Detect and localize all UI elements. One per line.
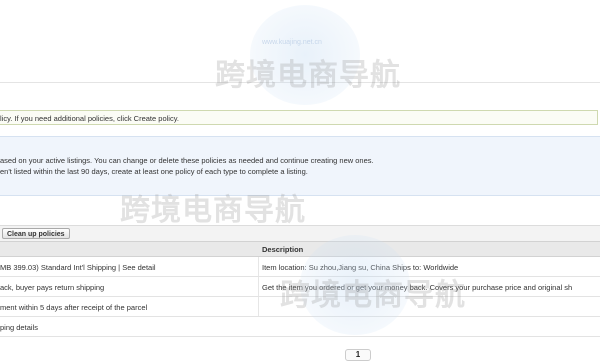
table-row: ack, buyer pays return shipping Get the … xyxy=(0,277,600,297)
info-panel: ased on your active listings. You can ch… xyxy=(0,136,600,196)
clean-up-policies-button[interactable]: Clean up policies xyxy=(2,228,70,239)
policy-name[interactable]: ment within 5 days after receipt of the … xyxy=(0,303,147,312)
policy-description: Item location: Su zhou,Jiang su, China S… xyxy=(262,263,459,272)
info-line-2: en't listed within the last 90 days, cre… xyxy=(0,167,308,176)
policy-name[interactable]: ping details xyxy=(0,323,38,332)
table-row: ping details xyxy=(0,317,600,337)
table-row: ment within 5 days after receipt of the … xyxy=(0,297,600,317)
policy-notice: licy. If you need additional policies, c… xyxy=(0,110,598,125)
top-area xyxy=(0,0,600,83)
policy-name[interactable]: MB 399.03) Standard Int'l Shipping | See… xyxy=(0,263,156,272)
table-header: Description xyxy=(0,241,600,257)
page-number: 1 xyxy=(355,350,361,359)
policy-toolbar: Clean up policies xyxy=(0,225,600,241)
column-header-description: Description xyxy=(262,245,304,254)
top-divider xyxy=(0,82,600,83)
pagination-current-page[interactable]: 1 xyxy=(345,349,371,361)
policy-name[interactable]: ack, buyer pays return shipping xyxy=(0,283,104,292)
table-row: MB 399.03) Standard Int'l Shipping | See… xyxy=(0,257,600,277)
policy-description: Get the item you ordered or get your mon… xyxy=(262,283,573,292)
policy-notice-text: licy. If you need additional policies, c… xyxy=(0,114,179,123)
info-line-1: ased on your active listings. You can ch… xyxy=(0,156,374,165)
